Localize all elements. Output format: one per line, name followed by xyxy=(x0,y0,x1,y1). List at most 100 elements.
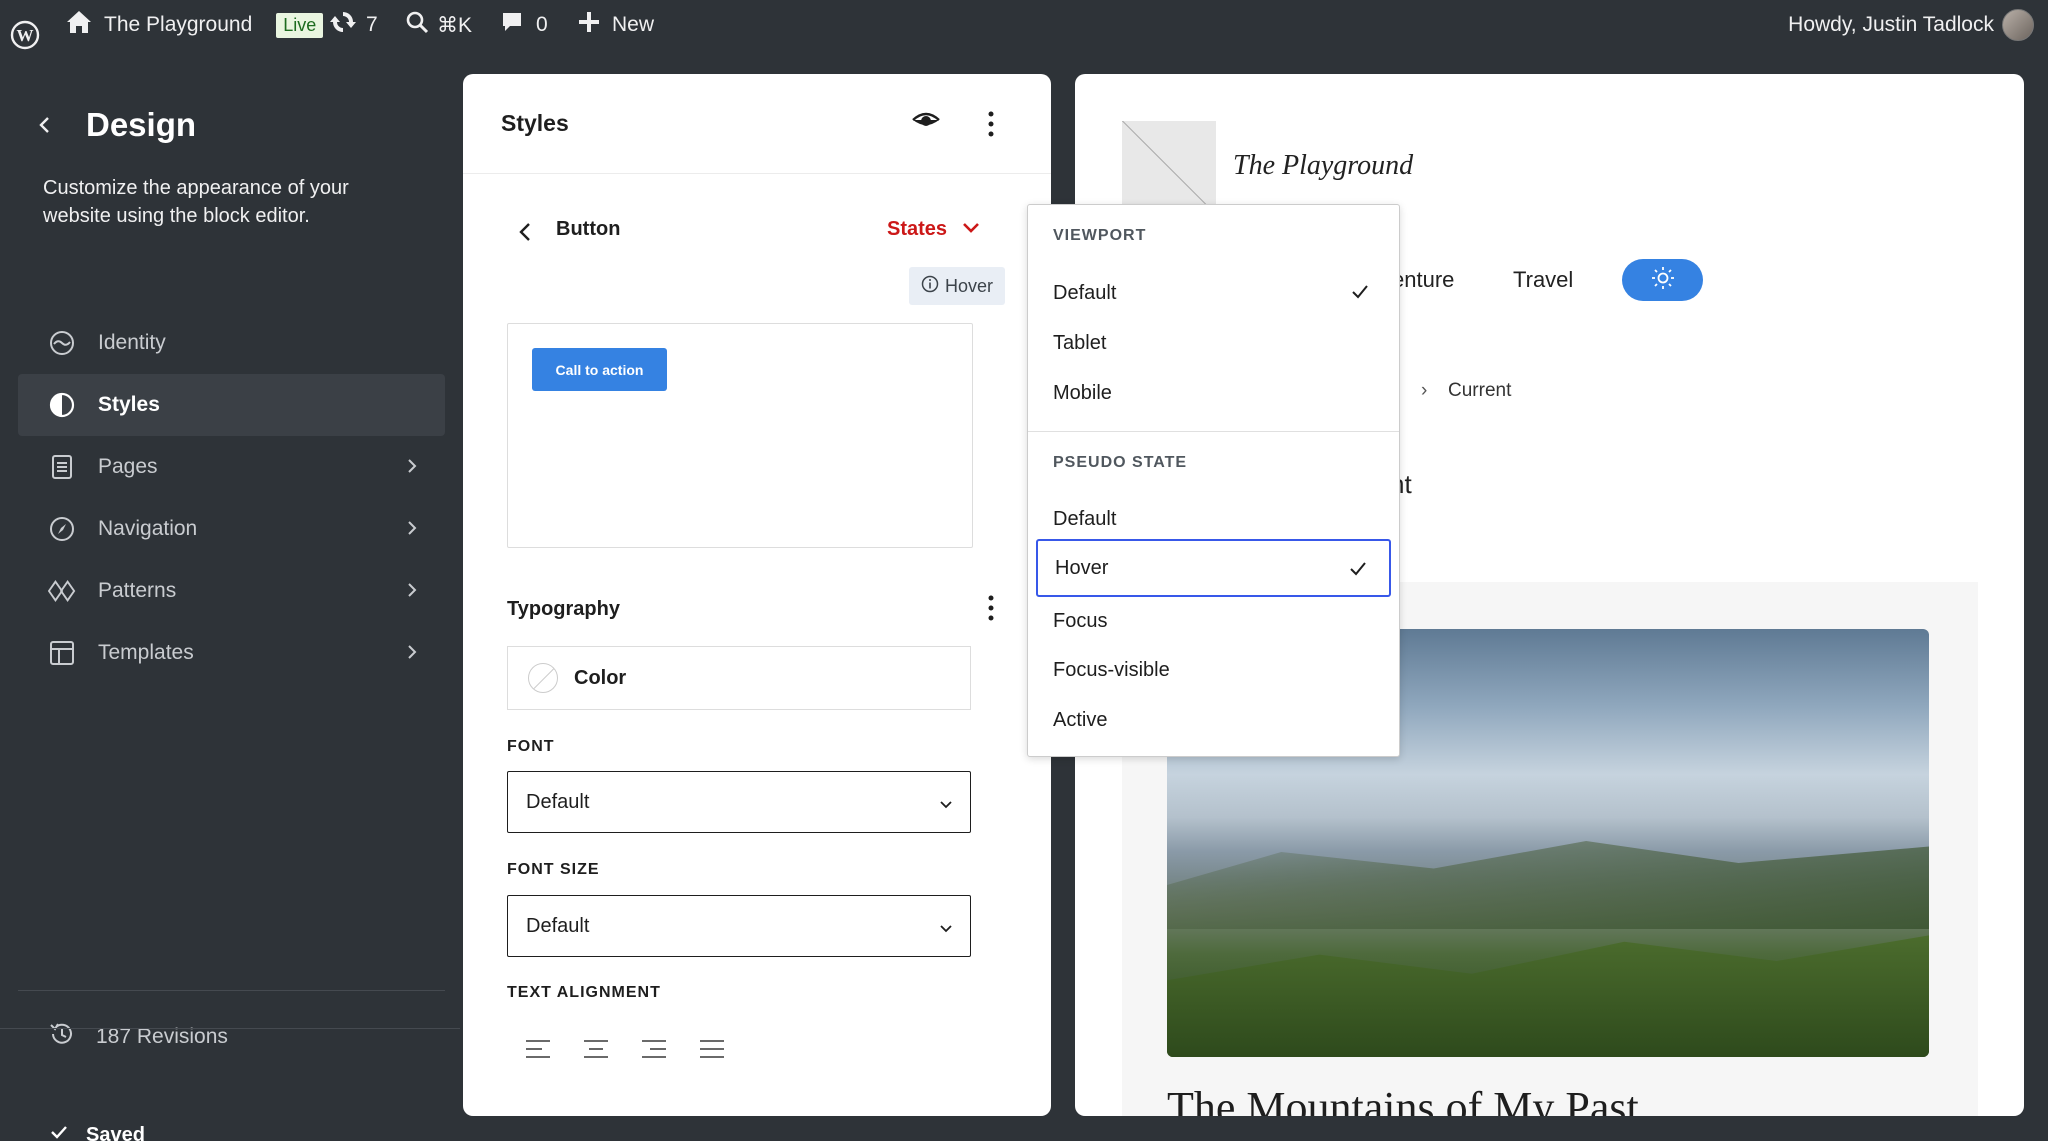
font-size-label: FONT SIZE xyxy=(507,861,600,878)
block-preview: Call to action xyxy=(507,323,973,548)
font-select[interactable]: Default xyxy=(507,771,971,833)
state-chip-label: Hover xyxy=(945,275,994,296)
svg-text:W: W xyxy=(17,26,34,45)
sidebar-divider xyxy=(18,990,445,991)
menu-item-label: Tablet xyxy=(1053,331,1107,354)
info-icon xyxy=(921,275,939,298)
revisions-icon xyxy=(48,1020,76,1054)
search-icon xyxy=(405,10,429,40)
sidebar-item-label: Pages xyxy=(98,455,158,478)
comments-count: 0 xyxy=(536,13,548,36)
text-alignment-label: TEXT ALIGNMENT xyxy=(507,984,661,1001)
panel-header-divider xyxy=(463,173,1051,174)
plus-icon xyxy=(578,11,600,39)
navigation-icon xyxy=(48,515,76,543)
menu-item-label: Default xyxy=(1053,281,1117,304)
templates-icon xyxy=(48,639,76,667)
font-select-value: Default xyxy=(526,790,590,813)
viewport-group-label: VIEWPORT xyxy=(1053,227,1147,244)
sidebar-title: Design xyxy=(86,106,197,143)
menu-item-label: Active xyxy=(1053,708,1108,731)
chevron-right-icon xyxy=(401,641,423,669)
chevron-down-icon xyxy=(938,919,954,942)
site-name-link[interactable]: The Playground Live xyxy=(66,0,324,50)
sidebar-item-identity[interactable]: Identity xyxy=(18,312,445,374)
nav-link-adventure: enture xyxy=(1392,267,1455,292)
check-icon xyxy=(1347,558,1369,586)
site-title: The Playground xyxy=(1233,150,1414,181)
styles-panel: Styles Button States Hover Call to actio… xyxy=(463,74,1051,1116)
back-arrow-icon[interactable] xyxy=(30,110,60,140)
sidebar-description: Customize the appearance of your website… xyxy=(43,177,349,227)
howdy-user[interactable]: Howdy, Justin Tadlock xyxy=(1788,0,1994,50)
new-content-link[interactable]: New xyxy=(578,0,654,50)
check-icon xyxy=(1349,281,1371,309)
live-badge: Live xyxy=(276,12,324,38)
panel-title: Styles xyxy=(501,110,569,136)
updates-link[interactable]: 7 xyxy=(330,0,378,50)
typography-options-icon[interactable] xyxy=(986,594,996,627)
font-label: FONT xyxy=(507,738,555,755)
state-chip: Hover xyxy=(909,267,1006,305)
menu-item-label: Default xyxy=(1053,507,1117,530)
chevron-right-icon xyxy=(401,455,423,483)
menu-item-label: Focus xyxy=(1053,609,1108,632)
states-dropdown-button[interactable]: States xyxy=(887,218,981,241)
back-chevron-icon[interactable] xyxy=(515,220,535,249)
align-center-icon[interactable] xyxy=(581,1034,611,1069)
avatar[interactable] xyxy=(2002,9,2034,41)
sidebar-item-pages[interactable]: Pages xyxy=(18,436,445,498)
sidebar-footer-divider xyxy=(0,1028,460,1029)
menu-item-pseudo-active[interactable]: Active xyxy=(1036,691,1391,749)
preview-cta-button: Call to action xyxy=(532,348,667,391)
style-book-eye-icon[interactable] xyxy=(911,108,941,137)
color-label: Color xyxy=(574,666,627,689)
align-left-icon[interactable] xyxy=(523,1034,553,1069)
design-sidebar: Design Customize the appearance of your … xyxy=(0,50,460,1141)
command-search-link[interactable]: ⌘K xyxy=(405,0,472,50)
block-name: Button xyxy=(556,218,621,240)
font-size-select-value: Default xyxy=(526,914,590,937)
text-alignment-group xyxy=(523,1034,727,1069)
font-size-select[interactable]: Default xyxy=(507,895,971,957)
saved-label: Saved xyxy=(86,1123,145,1141)
post-title: The Mountains of My Past xyxy=(1167,1083,1639,1116)
typography-heading: Typography xyxy=(507,598,620,620)
sun-icon xyxy=(1651,266,1675,295)
comments-link[interactable]: 0 xyxy=(500,0,548,50)
sidebar-item-styles[interactable]: Styles xyxy=(18,374,445,436)
identity-icon xyxy=(48,329,76,357)
menu-item-viewport-mobile[interactable]: Mobile xyxy=(1036,364,1391,422)
revisions-button[interactable]: 187 Revisions xyxy=(48,1020,228,1054)
chevron-right-icon xyxy=(401,579,423,607)
align-justify-icon[interactable] xyxy=(697,1034,727,1069)
updates-count: 7 xyxy=(366,13,378,36)
more-options-icon[interactable] xyxy=(986,110,996,143)
align-right-icon[interactable] xyxy=(639,1034,669,1069)
nav-link-travel: Travel xyxy=(1513,267,1574,292)
states-label: States xyxy=(887,218,948,240)
pseudo-state-group-label: PSEUDO STATE xyxy=(1053,454,1188,471)
sidebar-item-patterns[interactable]: Patterns xyxy=(18,560,445,622)
admin-bar: W The Playground Live 7 ⌘K 0 New Howdy, … xyxy=(0,0,2048,50)
sidebar-item-label: Identity xyxy=(98,331,166,354)
color-swatch-icon xyxy=(528,663,558,693)
sidebar-nav: Identity Styles Pages Navigation Pattern… xyxy=(18,312,445,684)
home-icon xyxy=(66,10,92,40)
sidebar-item-navigation[interactable]: Navigation xyxy=(18,498,445,560)
search-shortcut: ⌘K xyxy=(437,13,473,37)
menu-item-label: Mobile xyxy=(1053,381,1112,404)
pages-icon xyxy=(48,453,76,481)
chevron-right-icon xyxy=(401,517,423,545)
chevron-down-icon xyxy=(961,218,981,241)
comment-icon xyxy=(500,10,524,40)
saved-status: Saved xyxy=(48,1121,145,1141)
sidebar-item-templates[interactable]: Templates xyxy=(18,622,445,684)
menu-item-pseudo-hover[interactable]: Hover xyxy=(1036,539,1391,597)
sidebar-item-label: Patterns xyxy=(98,579,177,602)
styles-icon xyxy=(48,391,76,419)
color-control[interactable]: Color xyxy=(507,646,971,710)
sidebar-item-label: Templates xyxy=(98,641,194,664)
sidebar-item-label: Navigation xyxy=(98,517,198,540)
menu-item-label: Hover xyxy=(1055,556,1109,579)
